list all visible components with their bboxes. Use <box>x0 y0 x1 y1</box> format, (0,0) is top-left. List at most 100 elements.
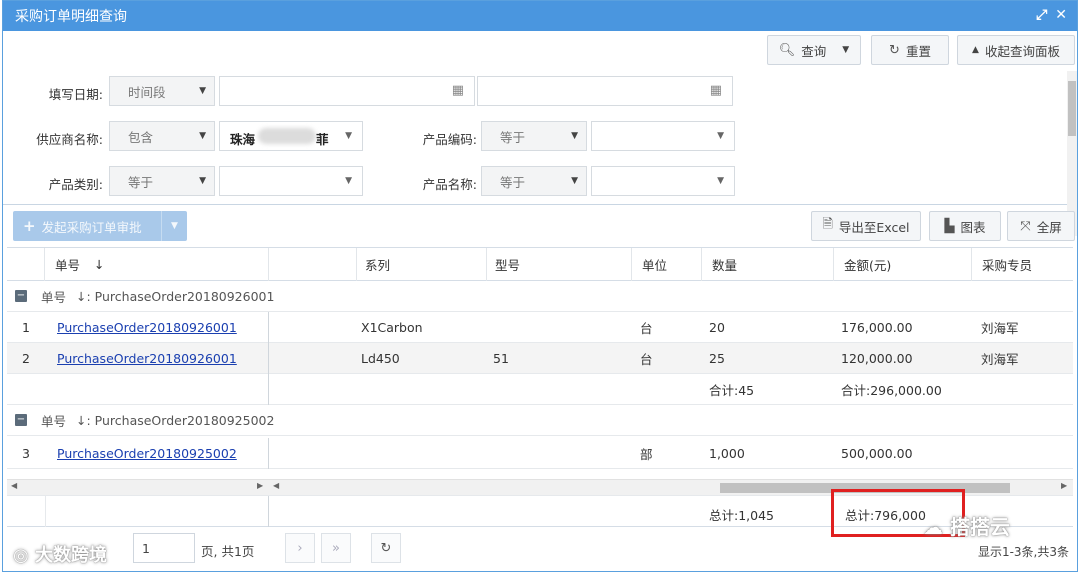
quantity-cell: 20 <box>709 320 725 335</box>
reset-button[interactable]: ↻ 重置 <box>871 35 949 65</box>
date-end-input[interactable]: ▦ <box>477 76 733 106</box>
order-link[interactable]: PurchaseOrder20180926001 <box>57 320 237 335</box>
scroll-left-icon[interactable]: ◀ <box>273 481 279 490</box>
search-icon: 🔍︎ <box>778 42 796 58</box>
product-category-select[interactable]: ▼ <box>219 166 363 196</box>
scroll-right-icon[interactable]: ▶ <box>1061 481 1067 490</box>
column-header-order-no[interactable]: 单号 ↓ <box>45 248 269 281</box>
product-name-label: 产品名称: <box>422 177 477 192</box>
product-category-operator-select[interactable]: 等于 ▼ <box>109 166 215 196</box>
total-quantity: 总计:1,045 <box>709 508 774 523</box>
chart-button[interactable]: ▙ 图表 <box>929 211 1001 241</box>
group-header-row[interactable]: − 单号 ↓: PurchaseOrder20180925002 <box>7 405 1073 436</box>
next-page-button[interactable]: › <box>285 533 315 563</box>
window-titlebar: 采购订单明细查询 ⤢ ✕ <box>3 1 1077 31</box>
chevron-down-icon: ▼ <box>717 176 724 186</box>
watermark-left: ◎ 大数跨境 <box>13 541 107 567</box>
supplier-operator-value: 包含 <box>128 129 154 145</box>
series-cell: X1Carbon <box>361 320 423 335</box>
chevron-up-icon: ▲ <box>972 45 979 55</box>
grid-header: 单号 ↓ 系列 型号 单位 数量 金额(元) 采购专员 <box>7 248 1073 281</box>
product-code-label: 产品编码: <box>422 132 477 147</box>
model-cell: 51 <box>493 351 509 366</box>
column-header-model[interactable]: 型号 <box>487 248 632 281</box>
sort-arrow-icon[interactable]: ↓ <box>94 257 104 272</box>
start-approval-button[interactable]: + 发起采购订单审批 ▼ <box>13 211 187 241</box>
unit-cell: 台 <box>640 321 653 336</box>
group-value: ↓: PurchaseOrder20180926001 <box>76 289 275 304</box>
scrollbar-thumb[interactable] <box>1068 81 1076 136</box>
page-number-input[interactable]: 1 <box>133 533 195 563</box>
table-row[interactable]: 3 PurchaseOrder20180925002 部 1,000 500,0… <box>7 438 1073 469</box>
column-header-quantity[interactable]: 数量 <box>702 248 834 281</box>
buyer-cell: 刘海军 <box>981 321 1019 336</box>
order-link[interactable]: PurchaseOrder20180925002 <box>57 446 237 461</box>
collapse-group-icon[interactable]: − <box>15 290 27 302</box>
series-cell: Ld450 <box>361 351 400 366</box>
page-count-text: 页, 共1页 <box>201 544 255 559</box>
product-category-label: 产品类别: <box>48 177 103 192</box>
reset-button-label: 重置 <box>905 43 931 59</box>
redacted-blur <box>258 128 316 144</box>
calendar-icon[interactable]: ▦ <box>452 83 464 98</box>
fullscreen-icon: ⤧ <box>1020 218 1031 234</box>
fill-date-mode-select[interactable]: 时间段 ▼ <box>109 76 215 106</box>
table-row[interactable]: 1 PurchaseOrder20180926001 X1Carbon 台 20… <box>7 312 1073 343</box>
order-link[interactable]: PurchaseOrder20180926001 <box>57 351 237 366</box>
column-label: 单位 <box>642 258 668 273</box>
amount-cell: 176,000.00 <box>841 320 913 335</box>
row-number: 1 <box>22 320 30 335</box>
collapse-button-label: 收起查询面板 <box>984 43 1060 59</box>
supplier-value-end: 菲 <box>316 132 329 147</box>
column-header-series[interactable]: 系列 <box>357 248 487 281</box>
last-page-button[interactable]: » <box>321 533 351 563</box>
wechat-icon: ☁ <box>923 515 950 539</box>
fill-date-mode-value: 时间段 <box>128 84 166 100</box>
column-header-unit[interactable]: 单位 <box>632 248 702 281</box>
group-header-row[interactable]: − 单号 ↓: PurchaseOrder20180926001 <box>7 281 1073 312</box>
search-button[interactable]: 🔍︎ 查询 ▼ <box>767 35 861 65</box>
chevron-down-icon: ▼ <box>571 131 578 141</box>
product-name-operator-select[interactable]: 等于 ▼ <box>481 166 587 196</box>
export-excel-button[interactable]: 🗎︎ 导出至Excel <box>811 211 921 241</box>
amount-cell: 500,000.00 <box>841 446 913 461</box>
chart-button-label: 图表 <box>960 219 986 235</box>
scroll-right-icon[interactable]: ▶ <box>257 481 263 490</box>
scroll-left-icon[interactable]: ◀ <box>11 481 17 490</box>
refresh-icon: ↻ <box>380 540 392 556</box>
purchase-order-detail-window: 采购订单明细查询 ⤢ ✕ 🔍︎ 查询 ▼ ↻ 重置 ▲ 收起查询面板 填写日期:… <box>2 0 1078 572</box>
chevron-down-icon[interactable]: ▼ <box>161 211 187 241</box>
chevron-down-icon: ▼ <box>571 176 578 186</box>
watermark-right: ☁ 搭搭云 <box>923 511 1010 540</box>
maximize-icon[interactable]: ⤢ <box>1036 7 1047 23</box>
fill-date-label: 填写日期: <box>48 87 103 102</box>
product-code-select[interactable]: ▼ <box>591 121 735 151</box>
supplier-value-start: 珠海 <box>230 132 256 147</box>
column-header-buyer[interactable]: 采购专员 <box>972 248 1073 281</box>
chevron-down-icon: ▼ <box>345 176 352 186</box>
refresh-button[interactable]: ↻ <box>371 533 401 563</box>
supplier-operator-select[interactable]: 包含 ▼ <box>109 121 215 151</box>
column-label: 单号 <box>55 258 81 273</box>
product-code-operator-select[interactable]: 等于 ▼ <box>481 121 587 151</box>
column-header-amount[interactable]: 金额(元) <box>834 248 972 281</box>
column-label: 采购专员 <box>982 258 1033 273</box>
date-start-input[interactable]: ▦ <box>219 76 475 106</box>
fullscreen-button[interactable]: ⤧ 全屏 <box>1007 211 1075 241</box>
quantity-cell: 25 <box>709 351 725 366</box>
amount-cell: 120,000.00 <box>841 351 913 366</box>
chevron-down-icon: ▼ <box>199 86 206 96</box>
start-approval-label: 发起采购订单审批 <box>41 219 142 235</box>
chevron-down-icon: ▼ <box>717 131 724 141</box>
table-row[interactable]: 2 PurchaseOrder20180926001 Ld450 51 台 25… <box>7 343 1073 374</box>
close-icon[interactable]: ✕ <box>1055 7 1067 23</box>
collapse-query-panel-button[interactable]: ▲ 收起查询面板 <box>957 35 1075 65</box>
product-name-select[interactable]: ▼ <box>591 166 735 196</box>
refresh-icon: ↻ <box>889 42 900 58</box>
plus-icon: + <box>23 217 36 235</box>
calendar-icon[interactable]: ▦ <box>710 83 722 98</box>
supplier-name-select[interactable]: 珠海 菲 ▼ <box>219 121 363 151</box>
search-button-label: 查询 <box>801 43 827 59</box>
query-panel: 🔍︎ 查询 ▼ ↻ 重置 ▲ 收起查询面板 填写日期: 时间段 ▼ ▦ ▦ 供应… <box>3 31 1077 236</box>
collapse-group-icon[interactable]: − <box>15 414 27 426</box>
